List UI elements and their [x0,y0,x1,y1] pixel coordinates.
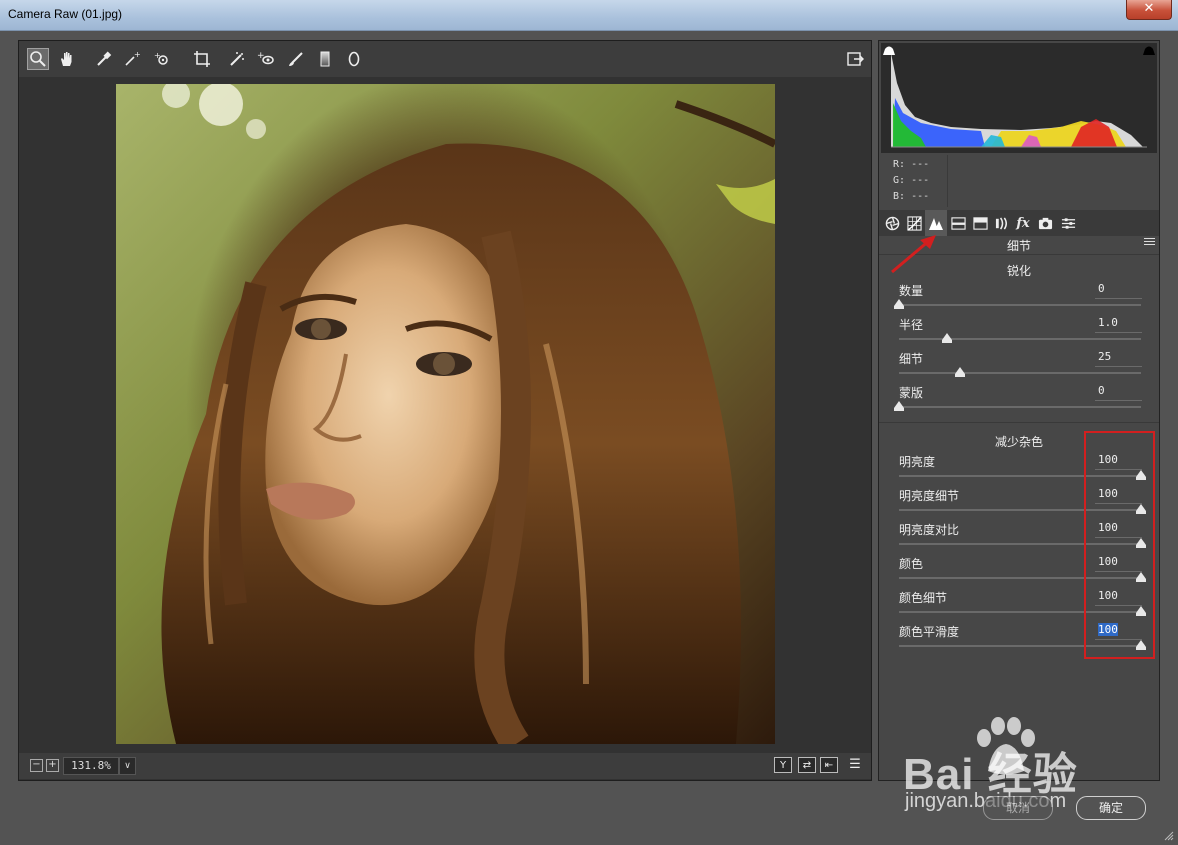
g-value: --- [911,175,930,186]
slider-label: 半径 [899,318,924,332]
slider-thumb[interactable] [894,299,904,309]
hand-tool-icon[interactable] [56,48,78,70]
slider-sharpen-masking[interactable]: 蒙版 0 [879,384,1159,418]
before-after-view-button[interactable]: Y [774,757,792,773]
zoom-dropdown-button[interactable]: ∨ [119,757,136,775]
r-label: R: [893,159,906,170]
slider-label: 数量 [899,284,924,298]
graduated-filter-icon[interactable] [314,48,336,70]
highlight-clipping-warning-icon[interactable] [1142,44,1156,56]
slider-track[interactable] [899,367,1141,377]
zoom-in-button[interactable]: + [46,759,59,772]
highlight-annotation-box [1084,431,1155,659]
lens-corrections-tab-icon[interactable] [993,214,1011,232]
slider-label: 颜色 [899,557,924,571]
slider-value-field[interactable]: 0 [1095,384,1142,401]
tools-toolbar: + + + [19,41,871,77]
readout-divider [947,155,948,207]
effects-tab-icon[interactable]: fx [1014,214,1032,232]
b-value: --- [911,191,930,202]
ok-button[interactable]: 确定 [1076,796,1146,820]
targeted-adjustment-tool-icon[interactable]: + [151,48,173,70]
radial-filter-icon[interactable] [343,48,365,70]
viewer-status-bar: − + 131.8% ∨ Y ⇄ ⇤ ☰ [19,753,871,779]
split-toning-tab-icon[interactable] [971,214,989,232]
slider-label: 明亮度 [899,455,936,469]
slider-track[interactable] [894,299,1141,309]
window-title: Camera Raw (01.jpg) [8,7,123,21]
window-title-bar: Camera Raw (01.jpg) ✕ [0,0,1178,31]
slider-thumb[interactable] [954,367,965,377]
settings-panel: R: --- G: --- B: --- fx 细节 锐化 数量 0 半径 1.… [878,40,1160,781]
slider-value-field[interactable]: 0 [1095,282,1142,299]
g-label: G: [893,175,906,186]
svg-text:+: + [134,50,141,59]
slider-thumb[interactable] [942,333,953,343]
section-divider [879,422,1159,423]
slider-value-field[interactable]: 25 [1095,350,1142,367]
rgb-readout: R: --- G: --- B: --- [893,157,929,205]
slider-label: 明亮度细节 [899,489,960,503]
spot-removal-tool-icon[interactable]: + [255,48,277,70]
copy-settings-button[interactable]: ⇤ [820,757,838,773]
swap-settings-button[interactable]: ⇄ [798,757,816,773]
slider-sharpen-radius[interactable]: 半径 1.0 [879,316,1159,350]
slider-track[interactable] [894,401,1141,411]
slider-label: 蒙版 [899,386,924,400]
white-balance-tool-icon[interactable] [93,48,115,70]
presets-tab-icon[interactable] [1059,214,1077,232]
straighten-tool-icon[interactable] [226,48,248,70]
slider-sharpen-amount[interactable]: 数量 0 [879,282,1159,316]
preview-preferences-button[interactable]: ☰ [846,757,864,773]
slider-track[interactable] [899,333,1141,343]
slider-label: 细节 [899,352,924,366]
camera-calibration-tab-icon[interactable] [1036,214,1054,232]
shadow-clipping-warning-icon[interactable] [882,44,896,56]
crop-tool-icon[interactable] [191,48,213,70]
r-value: --- [911,159,930,170]
adjustment-brush-icon[interactable] [285,48,307,70]
tone-curve-tab-icon[interactable] [905,214,923,232]
hsl-tab-icon[interactable] [949,214,967,232]
slider-thumb[interactable] [894,401,904,411]
panel-menu-icon[interactable] [1144,238,1155,247]
toggle-fullscreen-icon[interactable] [844,48,866,70]
basic-tab-icon[interactable] [883,214,901,232]
b-label: B: [893,191,906,202]
color-sampler-tool-icon[interactable]: + [121,48,143,70]
slider-value-field[interactable]: 1.0 [1095,316,1142,333]
zoom-tool-icon[interactable] [27,48,49,70]
resize-grip-icon[interactable] [1164,831,1174,841]
slider-sharpen-detail[interactable]: 细节 25 [879,350,1159,384]
zoom-out-button[interactable]: − [30,759,43,772]
window-close-button[interactable]: ✕ [1126,0,1172,20]
cancel-button[interactable]: 取消 [983,796,1053,820]
slider-label: 明亮度对比 [899,523,960,537]
image-viewer: + + + − + 131.8% ∨ Y ⇄ ⇤ ☰ [18,40,872,781]
zoom-level-field[interactable]: 131.8% [63,757,119,775]
histogram [881,43,1157,153]
svg-text:+: + [154,51,161,60]
preview-photo [116,84,775,744]
slider-label: 颜色细节 [899,591,948,605]
red-arrow-annotation [891,235,936,274]
portrait-illustration [161,84,775,744]
slider-label: 颜色平滑度 [899,625,960,639]
